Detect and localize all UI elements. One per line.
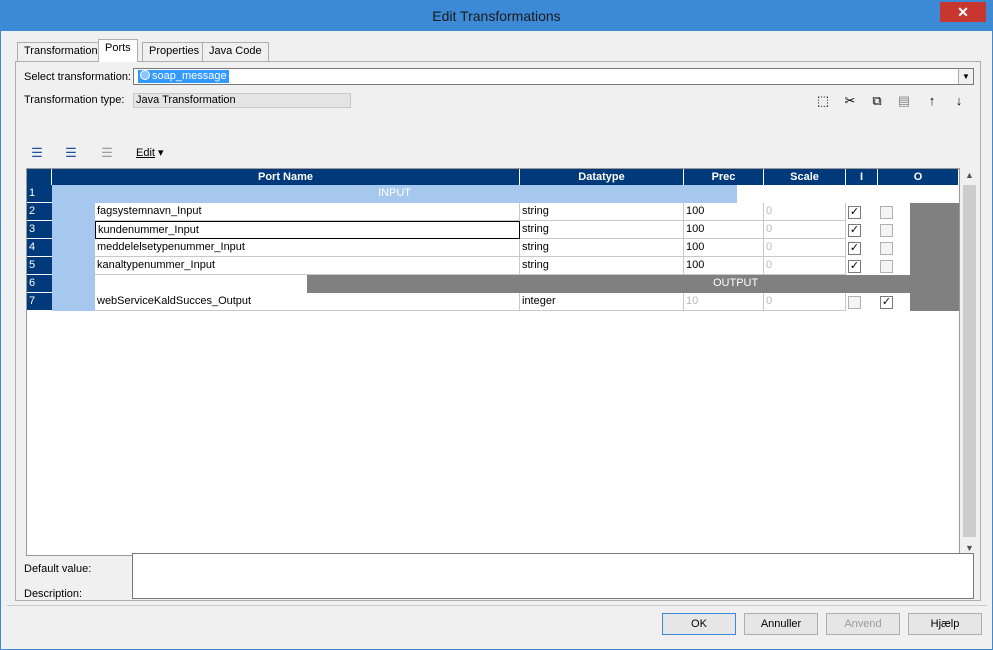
tab-java-code[interactable]: Java Code (202, 42, 269, 61)
datatype-cell[interactable]: integer (520, 293, 684, 311)
column-header-scale[interactable]: Scale (764, 169, 846, 185)
column-header-o[interactable]: O (878, 169, 959, 185)
scroll-up-icon[interactable]: ▲ (962, 168, 977, 183)
dialog-body: Transformation Ports Properties Java Cod… (7, 31, 987, 645)
edit-menu[interactable]: Edit ▾ (136, 146, 164, 159)
prec-cell[interactable]: 100 (684, 203, 764, 221)
input-group-indent (52, 203, 95, 311)
title-bar[interactable]: Edit Transformations ✕ (1, 1, 992, 31)
edit-menu-label: Edit (136, 147, 155, 159)
input-checkbox[interactable]: ✓ (848, 224, 861, 237)
output-checkbox[interactable]: ✓ (880, 296, 893, 309)
prec-cell[interactable]: 100 (684, 257, 764, 275)
help-button[interactable]: Hjælp (908, 613, 982, 635)
port-name-cell[interactable]: kanaltypenummer_Input (95, 257, 520, 275)
new-port-icon[interactable]: ☰ (28, 144, 46, 162)
tab-transformation[interactable]: Transformation (17, 42, 105, 61)
input-checkbox[interactable]: ✓ (848, 260, 861, 273)
copy-icon[interactable]: ⧉ (868, 92, 886, 110)
scale-cell: 0 (764, 239, 846, 257)
output-checkbox[interactable] (880, 206, 893, 219)
chevron-down-icon[interactable]: ▼ (958, 69, 973, 84)
row-number[interactable]: 5 (27, 257, 52, 275)
row-number[interactable]: 6 (27, 275, 52, 293)
grid-corner (27, 169, 52, 185)
prec-cell: 10 (684, 293, 764, 311)
selected-transformation: soap_message (138, 70, 229, 83)
apply-button[interactable]: Anvend (826, 613, 900, 635)
move-down-icon[interactable]: ↓ (950, 92, 968, 110)
scale-cell: 0 (764, 221, 846, 239)
column-header-i[interactable]: I (846, 169, 878, 185)
datatype-cell[interactable]: string (520, 221, 684, 239)
column-header-prec[interactable]: Prec (684, 169, 764, 185)
input-checkbox[interactable] (848, 296, 861, 309)
cancel-button[interactable]: Annuller (744, 613, 818, 635)
default-value-label: Default value: (24, 563, 92, 575)
port-name-cell[interactable]: fagsystemnavn_Input (95, 203, 520, 221)
prec-cell[interactable]: 100 (684, 221, 764, 239)
button-separator (7, 605, 987, 606)
column-header-datatype[interactable]: Datatype (520, 169, 684, 185)
column-header-port-name[interactable]: Port Name (52, 169, 520, 185)
tab-ports[interactable]: Ports (98, 39, 138, 62)
output-checkbox[interactable] (880, 224, 893, 237)
transformation-type-value: Java Transformation (133, 93, 351, 108)
row-number[interactable]: 4 (27, 239, 52, 257)
row-number[interactable]: 3 (27, 221, 52, 239)
datatype-cell[interactable]: string (520, 257, 684, 275)
select-transformation-label: Select transformation: (24, 71, 131, 83)
tab-properties[interactable]: Properties (142, 42, 207, 61)
scale-cell: 0 (764, 203, 846, 221)
ports-panel: Select transformation: soap_message ▼ Tr… (15, 61, 981, 601)
port-name-cell[interactable]: kundenummer_Input (95, 221, 520, 239)
globe-icon (140, 70, 150, 80)
select-transformation-dropdown[interactable]: soap_message ▼ (133, 68, 974, 85)
move-up-icon[interactable]: ↑ (923, 92, 941, 110)
window-title: Edit Transformations (432, 8, 561, 24)
close-button[interactable]: ✕ (940, 2, 986, 22)
group-row-input[interactable]: INPUT (52, 185, 737, 203)
cut-icon[interactable]: ✂ (841, 92, 859, 110)
scale-cell: 0 (764, 257, 846, 275)
input-checkbox[interactable]: ✓ (848, 206, 861, 219)
datatype-cell[interactable]: string (520, 203, 684, 221)
output-checkbox[interactable] (880, 242, 893, 255)
row-number[interactable]: 2 (27, 203, 52, 221)
port-name-cell[interactable]: meddelelsetypenummer_Input (95, 239, 520, 257)
ports-grid: Port Name Datatype Prec Scale I O 1 INPU… (26, 168, 960, 556)
transformation-type-label: Transformation type: (24, 94, 125, 106)
edit-transformations-window: Edit Transformations ✕ Transformation Po… (0, 0, 993, 650)
new-port-from-icon[interactable]: ☰ (62, 144, 80, 162)
scroll-thumb[interactable] (963, 185, 976, 537)
description-input[interactable] (132, 553, 974, 599)
input-checkbox[interactable]: ✓ (848, 242, 861, 255)
selected-transformation-text: soap_message (152, 70, 227, 82)
port-name-cell[interactable]: webServiceKaldSucces_Output (95, 293, 520, 311)
group-row-output[interactable]: OUTPUT (307, 275, 959, 293)
delete-port-icon[interactable]: ☰ (98, 144, 116, 162)
row-number[interactable]: 1 (27, 185, 52, 203)
paste-icon[interactable]: ▤ (895, 92, 913, 110)
prec-cell[interactable]: 100 (684, 239, 764, 257)
new-icon[interactable]: ⬚ (814, 92, 832, 110)
row-number[interactable]: 7 (27, 293, 52, 311)
ok-button[interactable]: OK (662, 613, 736, 635)
output-side-band (910, 203, 959, 311)
output-checkbox[interactable] (880, 260, 893, 273)
datatype-cell[interactable]: string (520, 239, 684, 257)
description-label: Description: (24, 588, 83, 600)
output-group-spacer (95, 275, 307, 293)
grid-scrollbar[interactable]: ▲ ▼ (962, 168, 977, 556)
scale-cell: 0 (764, 293, 846, 311)
